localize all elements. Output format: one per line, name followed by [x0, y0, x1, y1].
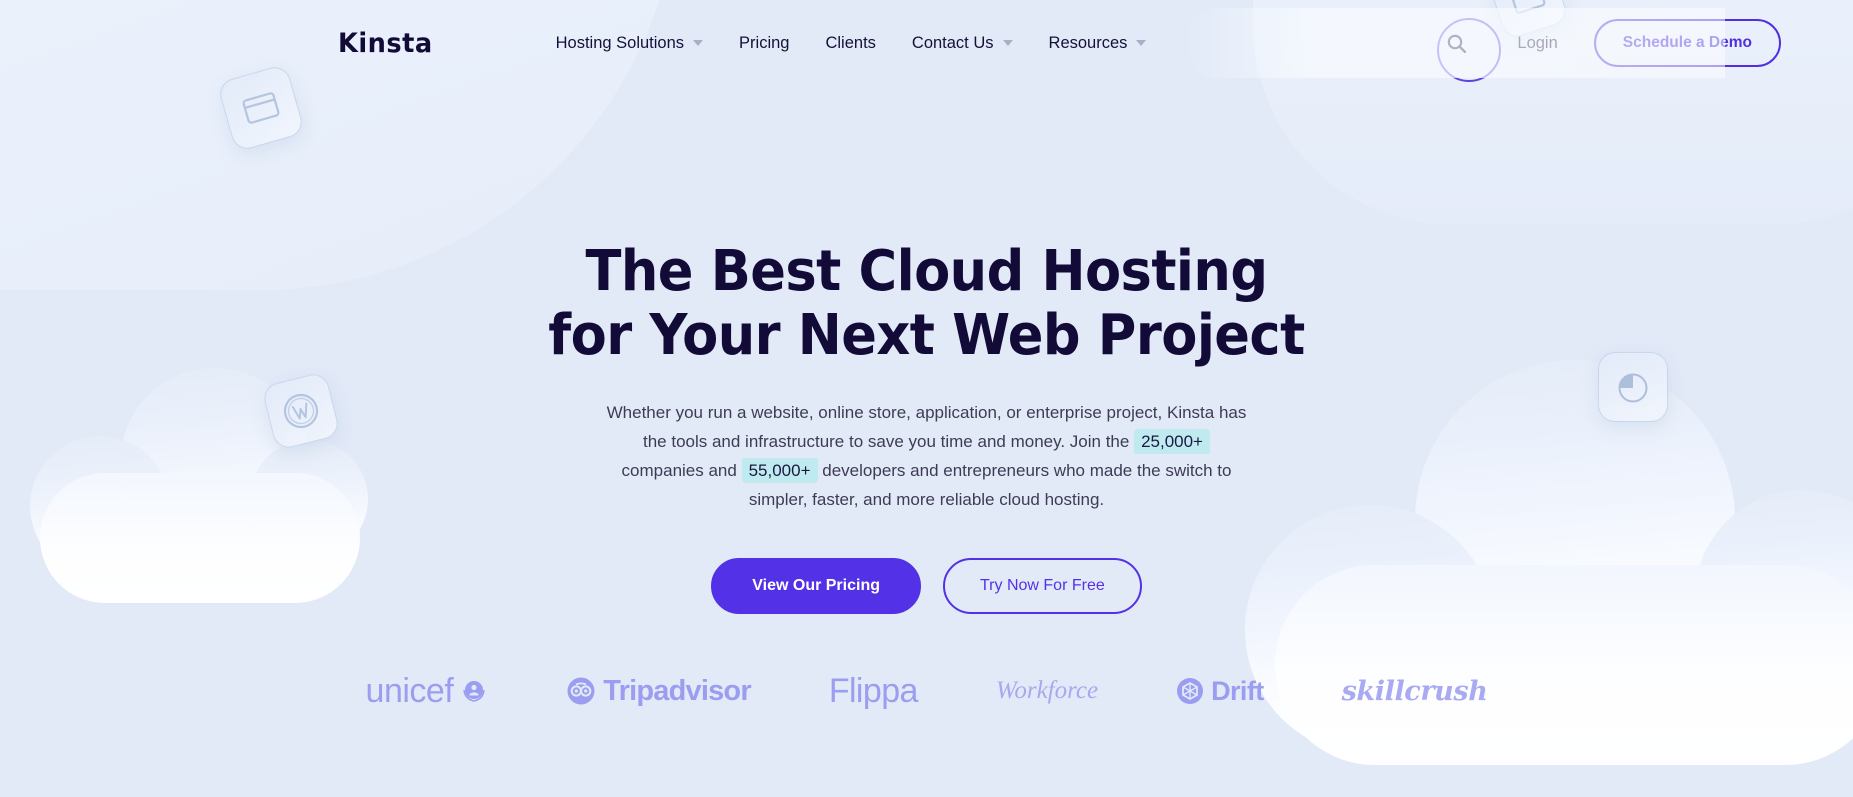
- client-logo-tripadvisor[interactable]: Tripadvisor: [566, 674, 752, 708]
- header-actions: Login Schedule a Demo: [1435, 19, 1853, 67]
- nav-label: Contact Us: [911, 33, 994, 52]
- chevron-down-icon: [1136, 40, 1147, 46]
- drift-mark-icon: [1177, 678, 1204, 705]
- flippa-wordmark: Flippa: [828, 671, 919, 710]
- nav-item-clients[interactable]: Clients: [825, 34, 875, 53]
- client-logo-flippa[interactable]: Flippa: [828, 671, 919, 711]
- hero-section: The Best Cloud Hosting for Your Next Web…: [0, 86, 1853, 711]
- tripadvisor-wordmark: Tripadvisor: [603, 674, 751, 707]
- drift-wordmark: Drift: [1211, 675, 1264, 706]
- headline-line-2: for Your Next Web Project: [548, 302, 1305, 368]
- search-icon[interactable]: [1435, 22, 1477, 64]
- skillcrush-wordmark: skillcrush: [1341, 675, 1488, 707]
- headline-line-1: The Best Cloud Hosting: [585, 239, 1268, 304]
- client-logo-strip: unicef Tripadvisor Flippa Workforce Drif…: [0, 672, 1853, 711]
- client-logo-drift[interactable]: Drift: [1176, 676, 1264, 707]
- nav-label: Pricing: [739, 33, 790, 52]
- client-logo-workforce[interactable]: Workforce: [996, 677, 1098, 705]
- page-title: The Best Cloud Hosting for Your Next Web…: [56, 240, 1798, 368]
- kinsta-logo[interactable]: Kinsta: [338, 28, 433, 59]
- description-part-2: companies and: [621, 461, 737, 481]
- nav-label: Resources: [1048, 33, 1128, 52]
- hero-cta-group: View Our Pricing Try Now For Free: [0, 557, 1853, 614]
- schedule-demo-button[interactable]: Schedule a Demo: [1593, 19, 1781, 67]
- nav-item-pricing[interactable]: Pricing: [739, 34, 789, 53]
- stat-companies-badge: 25,000+: [1134, 428, 1210, 454]
- nav-item-contact-us[interactable]: Contact Us: [912, 34, 1013, 53]
- nav-label: Hosting Solutions: [555, 33, 685, 52]
- chevron-down-icon: [1002, 40, 1013, 46]
- nav-item-hosting-solutions[interactable]: Hosting Solutions: [555, 33, 704, 53]
- try-now-free-button[interactable]: Try Now For Free: [943, 557, 1142, 614]
- client-logo-skillcrush[interactable]: skillcrush: [1342, 676, 1488, 707]
- nav-item-resources[interactable]: Resources: [1049, 34, 1147, 53]
- client-logo-unicef[interactable]: unicef: [366, 672, 489, 711]
- tripadvisor-owl-icon: [567, 677, 595, 705]
- login-link[interactable]: Login: [1491, 22, 1583, 65]
- description-part-3: developers and entrepreneurs who made th…: [748, 461, 1232, 510]
- hero-description: Whether you run a website, online store,…: [603, 398, 1251, 515]
- unicef-emblem-icon: [463, 681, 486, 702]
- site-header: Kinsta Hosting Solutions Pricing Clients…: [0, 0, 1853, 86]
- chevron-down-icon: [693, 40, 704, 46]
- view-pricing-button[interactable]: View Our Pricing: [711, 557, 921, 614]
- workforce-wordmark: Workforce: [995, 677, 1099, 705]
- primary-navigation: Hosting Solutions Pricing Clients Contac…: [556, 34, 1147, 53]
- unicef-wordmark: unicef: [365, 671, 454, 710]
- stat-developers-badge: 55,000+: [741, 458, 818, 484]
- nav-label: Clients: [825, 33, 876, 52]
